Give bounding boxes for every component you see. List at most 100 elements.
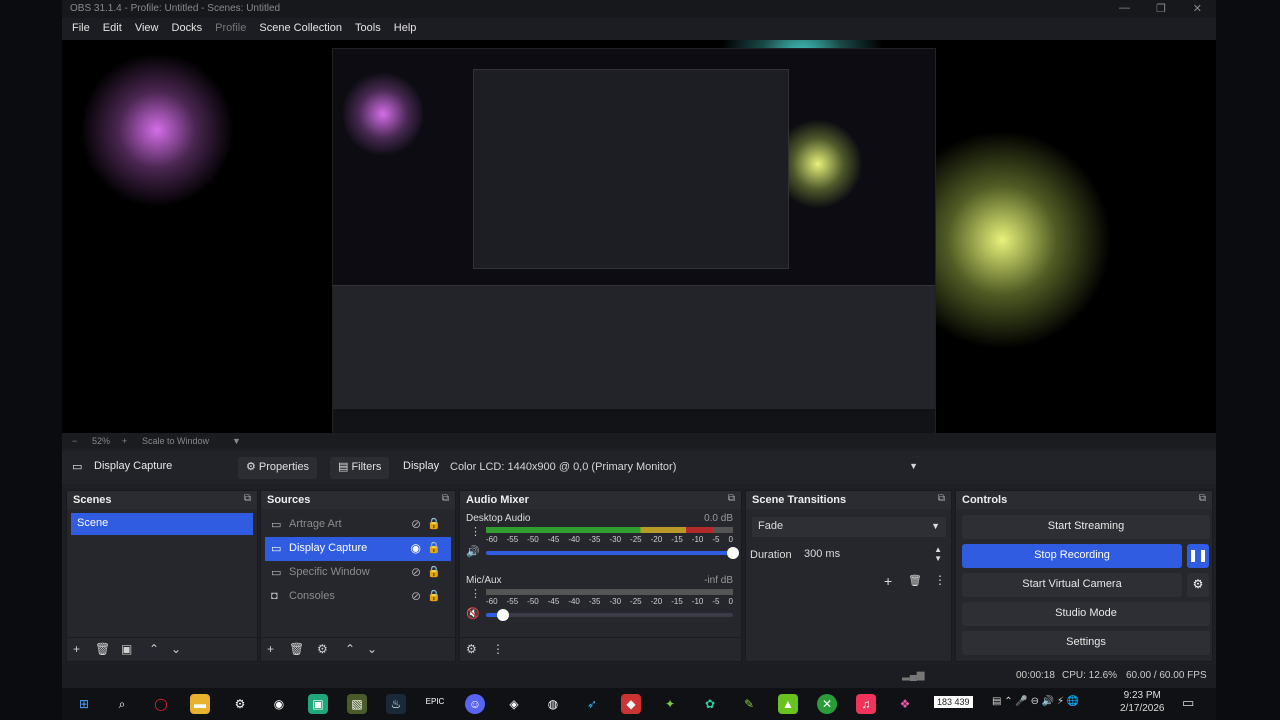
menu-view[interactable]: View [135,22,159,34]
app-icon[interactable]: ▲ [778,694,798,714]
menu-edit[interactable]: Edit [103,22,122,34]
start-streaming-button[interactable]: Start Streaming [962,515,1210,539]
source-row[interactable]: ▭ Artrage Art ⊘ 🔒 [265,513,451,537]
windows-start-icon[interactable]: ⊞ [74,694,94,714]
lock-icon[interactable]: 🔒 [427,589,441,602]
volume-knob[interactable] [727,547,739,559]
tray-icons[interactable]: ▤ ⌃ 🎤 ⊖ 🔊 ⚡ 🌐 [992,696,1079,707]
undock-icon[interactable]: ⧉ [442,493,449,504]
epic-games-icon[interactable]: EPIC [425,694,445,714]
discord-icon[interactable]: ☺ [465,694,485,714]
volume-knob[interactable] [497,609,510,621]
kebab-menu-icon[interactable]: ⋮ [492,642,504,656]
hidden-eye-icon[interactable]: ⊘ [411,565,421,579]
obs-icon[interactable]: ◉ [269,694,289,714]
app-icon[interactable]: ✦ [660,694,680,714]
pause-icon[interactable]: ❚❚ [1187,544,1209,568]
preview-canvas[interactable] [332,48,936,433]
eye-icon[interactable]: ◉ [411,541,421,555]
stop-recording-button[interactable]: Stop Recording [962,544,1182,568]
app-icon[interactable]: ▧ [347,694,367,714]
source-row[interactable]: ▭ Display Capture ◉ 🔒 [265,537,451,561]
menu-help[interactable]: Help [394,22,417,34]
undock-icon[interactable]: ⧉ [1199,493,1206,504]
settings-icon[interactable]: ⚙ [230,694,250,714]
meter-tick-label: -30 [609,535,622,544]
lock-icon[interactable]: 🔒 [427,541,441,554]
studio-mode-button[interactable]: Studio Mode [962,602,1210,626]
speaker-icon[interactable]: 🔊 [466,545,480,558]
kebab-menu-icon[interactable]: ⋮ [470,587,481,600]
search-icon[interactable]: ⌕ [112,694,132,714]
minimize-button[interactable]: — [1119,2,1130,14]
hidden-eye-icon[interactable]: ⊘ [411,517,421,531]
source-row[interactable]: ◘ Consoles ⊘ 🔒 [265,585,451,609]
trash-icon[interactable]: 🗑 [95,642,110,656]
kebab-menu-icon[interactable]: ⋮ [470,525,481,538]
scene-item[interactable]: Scene [71,513,253,535]
menu-profile[interactable]: Profile [215,22,246,34]
opera-icon[interactable]: ◯ [151,694,171,714]
menu-tools[interactable]: Tools [355,22,381,34]
spinner-icon[interactable]: ▲ ▼ [934,545,942,563]
scene-filters-icon[interactable]: ▣ [121,642,132,656]
clock[interactable]: 9:23 PM 2/17/2026 [1120,689,1165,715]
audio-mixer-header: Audio Mixer ⧉ [460,491,741,509]
gear-icon[interactable]: ⚙ [317,642,328,656]
add-scene-button[interactable]: + [73,642,80,656]
menu-scene-collection[interactable]: Scene Collection [259,22,342,34]
muted-speaker-icon[interactable]: 🔇 [466,607,480,620]
move-up-icon[interactable]: ⌃ [345,642,355,656]
menu-file[interactable]: File [72,22,90,34]
undock-icon[interactable]: ⧉ [938,493,945,504]
close-button[interactable]: ✕ [1193,2,1202,15]
lock-icon[interactable]: 🔒 [427,517,441,530]
xbox-icon[interactable]: ✕ [817,694,837,714]
zoom-out-button[interactable]: − [72,436,77,446]
filters-button[interactable]: ▤ Filters [330,457,390,479]
maximize-button[interactable]: ❐ [1156,2,1166,15]
volume-slider[interactable] [486,609,733,621]
app-icon[interactable]: ▣ [308,694,328,714]
start-virtual-camera-button[interactable]: Start Virtual Camera [962,573,1182,597]
globe-icon[interactable]: ◍ [543,694,563,714]
steam-icon[interactable]: ♨ [386,694,406,714]
settings-button[interactable]: Settings [962,631,1210,655]
folder-icon[interactable]: ▬ [190,694,210,714]
add-transition-button[interactable]: + [884,573,892,589]
move-down-icon[interactable]: ⌄ [171,642,181,656]
notification-badge[interactable]: 183 439 [934,696,973,708]
volume-slider[interactable] [486,547,739,559]
properties-button[interactable]: ⚙ Properties [238,457,318,479]
lock-icon[interactable]: 🔒 [427,565,441,578]
trash-icon[interactable]: 🗑 [289,642,304,656]
kebab-menu-icon[interactable]: ⋮ [934,573,946,587]
chevron-down-icon[interactable]: ▼ [232,436,241,446]
notification-icon[interactable]: ▭ [1182,695,1194,711]
music-icon[interactable]: ♫ [856,694,876,714]
app-icon[interactable]: ✎ [739,694,759,714]
app-icon[interactable]: ✿ [700,694,720,714]
undock-icon[interactable]: ⧉ [244,493,251,504]
move-down-icon[interactable]: ⌄ [367,642,377,656]
duration-input[interactable]: 300 ms ▲ ▼ [798,545,946,565]
hidden-eye-icon[interactable]: ⊘ [411,589,421,603]
menu-docks[interactable]: Docks [172,22,203,34]
meter-ticks: -60 -55 -50 -45 -40 -35 -30 -25 -20 -15 -10 -5 0 [486,535,733,545]
trash-icon[interactable]: 🗑 [908,574,922,587]
undock-icon[interactable]: ⧉ [728,493,735,504]
add-source-button[interactable]: + [267,642,274,656]
display-select[interactable]: Color LCD: 1440x900 @ 0,0 (Primary Monit… [444,457,924,479]
app-icon[interactable]: ❖ [895,694,915,714]
preview-area[interactable] [62,40,1216,433]
gear-icon[interactable]: ⚙ [1187,573,1209,597]
zoom-in-button[interactable]: + [122,436,127,446]
transition-select[interactable]: Fade ▼ [752,517,946,537]
source-row[interactable]: ▭ Specific Window ⊘ 🔒 [265,561,451,585]
move-up-icon[interactable]: ⌃ [149,642,159,656]
scale-mode-select[interactable]: Scale to Window [142,436,209,446]
app-icon[interactable]: ➶ [582,694,602,714]
app-icon[interactable]: ◈ [504,694,524,714]
advanced-audio-icon[interactable]: ⚙ [466,642,477,656]
app-icon[interactable]: ◆ [621,694,641,714]
